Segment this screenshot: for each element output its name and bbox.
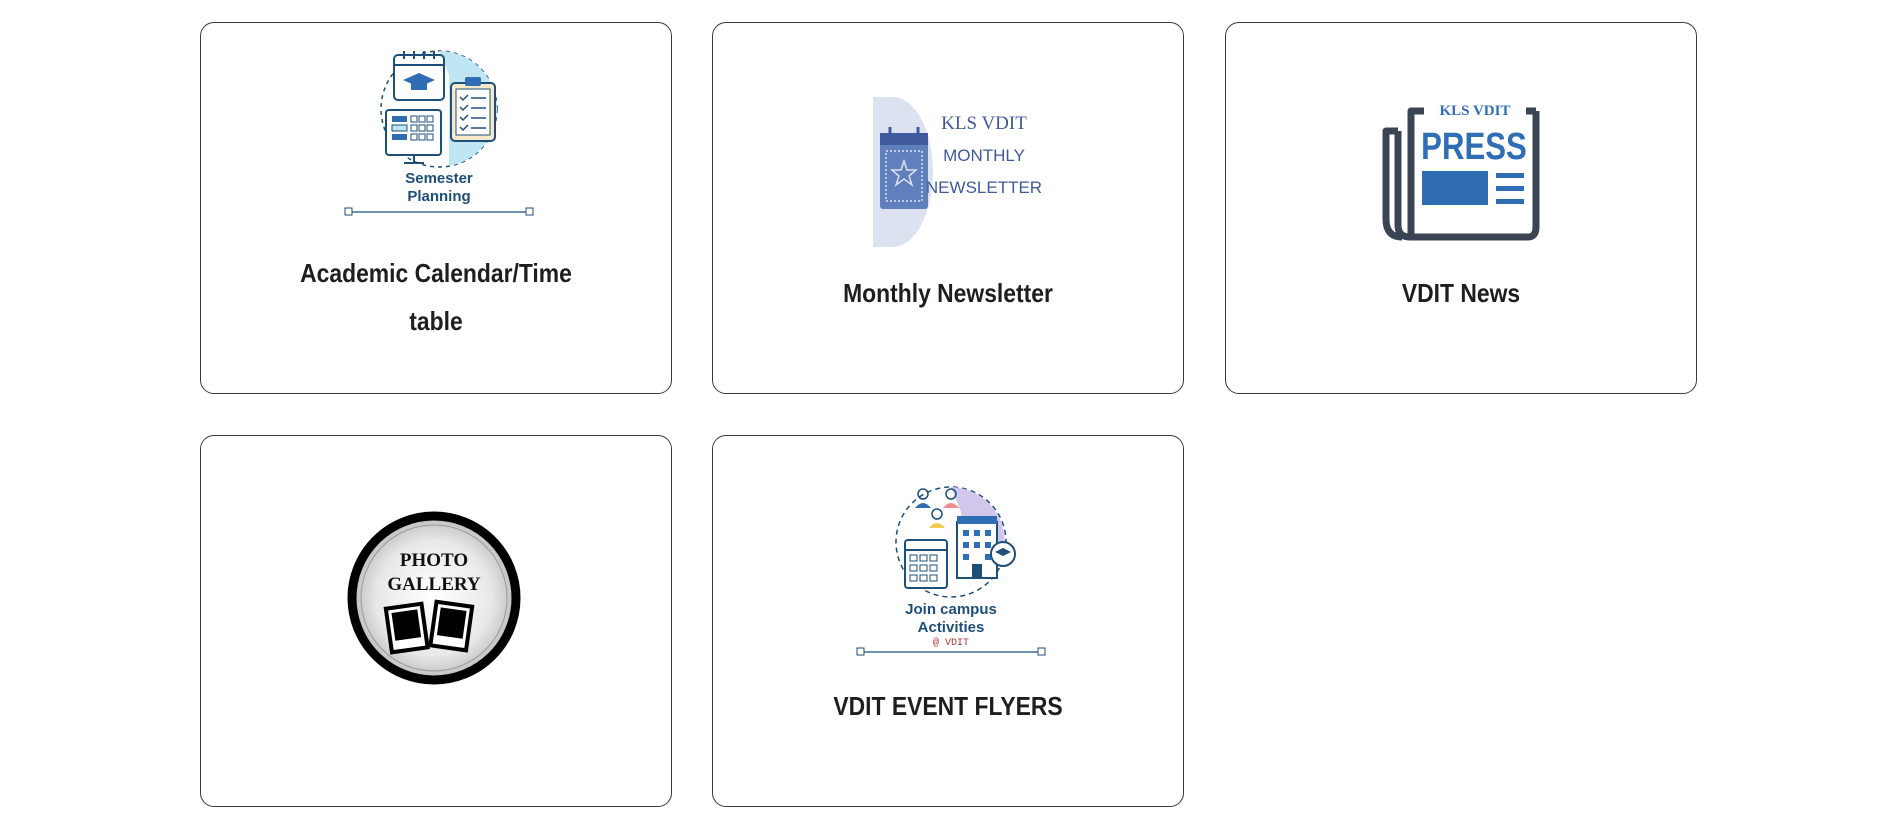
semester-caption-line1: Semester [405,170,473,187]
card-vdit-event-flyers[interactable]: Join campus Activities @ VDIT VDIT EVENT… [712,435,1184,807]
card-monthly-newsletter[interactable]: KLS VDIT MONTHLY NEWSLETTER Monthly News… [712,22,1184,394]
card-title-line1: Academic Calendar/Time [300,258,572,288]
card-title-academic-calendar[interactable]: Academic Calendar/Time table [229,249,643,345]
campus-activities-icon: Join campus Activities @ VDIT [851,482,1051,658]
press-caption-line2: PRESS [1421,126,1527,168]
card-photo-gallery[interactable]: PHOTO GALLERY [200,435,672,807]
card-title-line2: table [409,306,463,336]
press-caption-line1: KLS VDIT [1439,103,1510,119]
card-vdit-news[interactable]: KLS VDIT PRESS VDIT News [1225,22,1697,394]
card-academic-calendar[interactable]: Semester Planning Academic Calendar/Time… [200,22,672,394]
newsletter-caption-line3: NEWSLETTER [926,178,1042,197]
semester-planning-icon: Semester Planning [339,45,539,220]
gallery-caption-line1: PHOTO [400,550,468,571]
activities-caption-line1: Join campus [905,601,997,618]
newsletter-caption-line2: MONTHLY [943,146,1025,165]
newsletter-calendar-icon: KLS VDIT MONTHLY NEWSLETTER [868,95,1043,247]
newspaper-press-icon: KLS VDIT PRESS [1376,99,1541,244]
activities-caption-line3: @ VDIT [933,637,969,649]
semester-caption-line2: Planning [407,188,470,205]
gallery-caption-line2: GALLERY [387,574,481,595]
newsletter-caption-line1: KLS VDIT [941,113,1027,134]
activities-caption-line2: Activities [918,619,985,636]
card-title-monthly-newsletter[interactable]: Monthly Newsletter [741,269,1155,317]
card-title-vdit-event-flyers[interactable]: VDIT EVENT FLYERS [741,682,1155,730]
photo-gallery-icon: PHOTO GALLERY [339,508,529,688]
card-title-vdit-news[interactable]: VDIT News [1254,269,1668,317]
